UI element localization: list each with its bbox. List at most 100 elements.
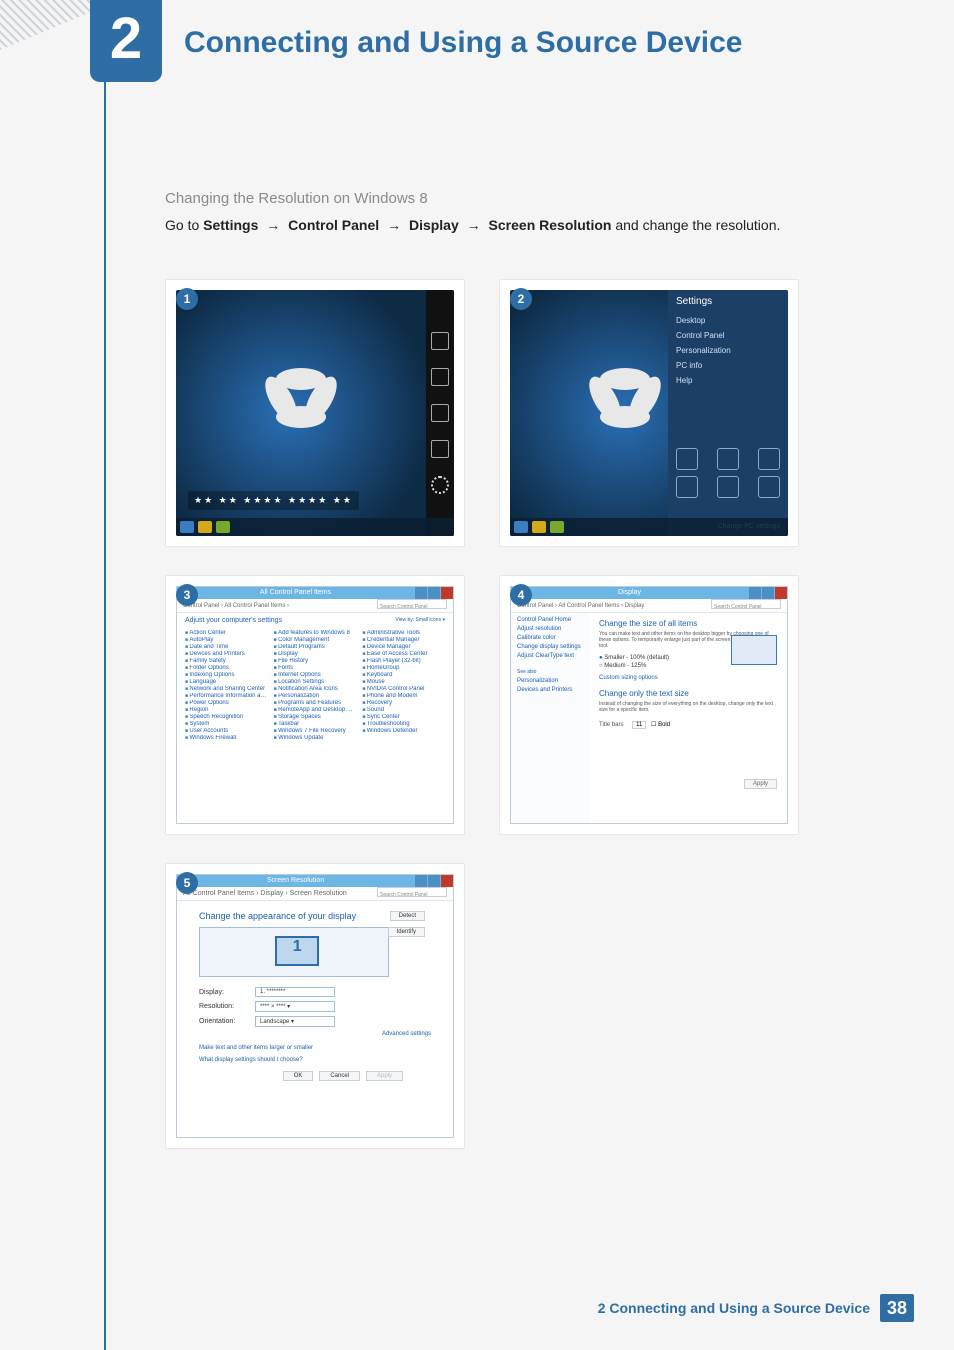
control-panel-item[interactable]: Default Programs [274,644,357,650]
cancel-button[interactable]: Cancel [319,1071,360,1081]
control-panel-item[interactable]: User Accounts [185,728,268,734]
control-panel-item[interactable]: Flash Player (32-bit) [362,658,445,664]
search-input[interactable]: Search Control Panel [377,887,447,897]
control-panel-item[interactable]: HomeGroup [362,665,445,671]
control-panel-item[interactable]: Performance Information and Tools [185,693,268,699]
custom-sizing-link[interactable]: Custom sizing options [599,675,777,681]
keyboard-icon[interactable] [758,476,780,498]
breadcrumb-text[interactable]: All Control Panel Items › Display › Scre… [183,887,347,900]
sidebar-calibrate-color[interactable]: Calibrate color [517,635,583,641]
network-icon[interactable] [676,448,698,470]
search-input[interactable]: Search Control Panel [711,599,781,609]
settings-icon[interactable] [431,476,449,494]
apply-button[interactable]: Apply [366,1071,403,1081]
control-panel-item[interactable]: Storage Spaces [274,714,357,720]
taskbar-app-icon[interactable] [550,521,564,533]
control-panel-item[interactable]: Display [274,651,357,657]
control-panel-item[interactable]: Action Center [185,630,268,636]
control-panel-item[interactable]: Fonts [274,665,357,671]
control-panel-item[interactable]: Keyboard [362,672,445,678]
sidebar-change-display-settings[interactable]: Change display settings [517,644,583,650]
control-panel-item[interactable]: Phone and Modem [362,693,445,699]
settings-item-personalization[interactable]: Personalization [676,343,780,358]
control-panel-item[interactable]: Credential Manager [362,637,445,643]
maximize-button[interactable] [428,587,440,599]
control-panel-item[interactable]: Speech Recognition [185,714,268,720]
control-panel-item[interactable]: Windows 7 File Recovery [274,728,357,734]
control-panel-item[interactable]: Date and Time [185,644,268,650]
settings-item-control-panel[interactable]: Control Panel [676,328,780,343]
control-panel-item[interactable]: Personalization [274,693,357,699]
control-panel-item[interactable]: Family Safety [185,658,268,664]
identify-button[interactable]: Identify [388,927,425,937]
control-panel-item[interactable]: Language [185,679,268,685]
display-dropdown[interactable]: 1. ******** [255,987,335,997]
taskbar-ie-icon[interactable] [514,521,528,533]
control-panel-item[interactable]: Device Manager [362,644,445,650]
ok-button[interactable]: OK [283,1071,314,1081]
control-panel-item[interactable]: Folder Options [185,665,268,671]
settings-item-pc-info[interactable]: PC info [676,358,780,373]
power-icon[interactable] [717,476,739,498]
sidebar-personalization[interactable]: Personalization [517,678,583,684]
brightness-icon[interactable] [758,448,780,470]
close-button[interactable] [775,587,787,599]
control-panel-item[interactable]: Ease of Access Center [362,651,445,657]
control-panel-item[interactable]: AutoPlay [185,637,268,643]
control-panel-item[interactable]: Programs and Features [274,700,357,706]
breadcrumb-text[interactable]: Control Panel › All Control Panel Items … [517,599,644,612]
control-panel-item[interactable]: System [185,721,268,727]
minimize-button[interactable] [415,875,427,887]
control-panel-item[interactable]: File History [274,658,357,664]
taskbar-ie-icon[interactable] [180,521,194,533]
volume-icon[interactable] [717,448,739,470]
size-dropdown[interactable]: 11 [632,721,646,729]
control-panel-item[interactable]: Location Settings [274,679,357,685]
sidebar-adjust-cleartype[interactable]: Adjust ClearType text [517,653,583,659]
close-button[interactable] [441,875,453,887]
search-input[interactable]: Search Control Panel [377,599,447,609]
taskbar-app-icon[interactable] [216,521,230,533]
control-panel-item[interactable]: Notification Area Icons [274,686,357,692]
minimize-button[interactable] [749,587,761,599]
control-panel-item[interactable]: Mouse [362,679,445,685]
notifications-icon[interactable] [676,476,698,498]
monitor-1-icon[interactable]: 1 [275,936,319,966]
control-panel-item[interactable]: Color Management [274,637,357,643]
sidebar-adjust-resolution[interactable]: Adjust resolution [517,626,583,632]
control-panel-item[interactable]: Sound [362,707,445,713]
search-icon[interactable] [431,332,449,350]
control-panel-item[interactable]: Add features to Windows 8 [274,630,357,636]
minimize-button[interactable] [415,587,427,599]
control-panel-item[interactable]: Windows Update [274,735,357,741]
maximize-button[interactable] [428,875,440,887]
view-by-selector[interactable]: View by: Small icons ▾ [395,617,445,624]
start-icon[interactable] [431,404,449,422]
control-panel-item[interactable]: Troubleshooting [362,721,445,727]
share-icon[interactable] [431,368,449,386]
charms-bar[interactable] [426,290,454,536]
control-panel-item[interactable]: Taskbar [274,721,357,727]
control-panel-item[interactable]: Devices and Printers [185,651,268,657]
item-dropdown[interactable]: Title bars [599,722,623,728]
sidebar-home[interactable]: Control Panel Home [517,617,583,623]
control-panel-item[interactable]: Power Options [185,700,268,706]
breadcrumb-text[interactable]: Control Panel › All Control Panel Items … [183,599,289,612]
make-text-larger-link[interactable]: Make text and other items larger or smal… [199,1045,431,1051]
which-settings-link[interactable]: What display settings should I choose? [199,1057,431,1063]
resolution-dropdown[interactable]: **** × **** ▾ [255,1001,335,1012]
control-panel-item[interactable]: Network and Sharing Center [185,686,268,692]
devices-icon[interactable] [431,440,449,458]
taskbar-explorer-icon[interactable] [532,521,546,533]
close-button[interactable] [441,587,453,599]
settings-item-desktop[interactable]: Desktop [676,313,780,328]
detect-button[interactable]: Detect [390,911,425,921]
sidebar-devices-printers[interactable]: Devices and Printers [517,687,583,693]
control-panel-item[interactable]: Recovery [362,700,445,706]
control-panel-item[interactable]: NVIDIA Control Panel [362,686,445,692]
taskbar[interactable] [510,518,788,536]
settings-item-help[interactable]: Help [676,373,780,388]
control-panel-item[interactable]: Region [185,707,268,713]
maximize-button[interactable] [762,587,774,599]
orientation-dropdown[interactable]: Landscape ▾ [255,1016,335,1027]
